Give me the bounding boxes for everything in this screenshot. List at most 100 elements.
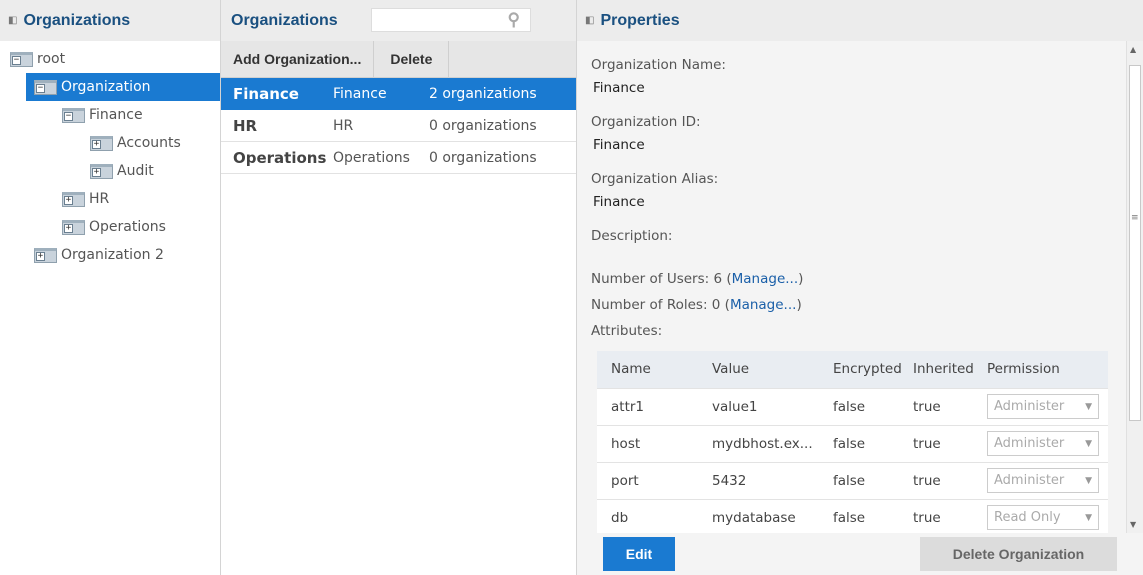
tree-node[interactable]: − Finance [0,101,220,129]
column-header[interactable]: Name [597,351,711,388]
tree-node-label: Finance [89,107,143,123]
column-header[interactable]: Inherited [912,351,986,388]
attribute-inherited-cell: true [912,498,986,533]
description-label: Description: [591,228,673,244]
organization-row[interactable]: Operations Operations 0 organizations [221,142,576,174]
collapsed-folder-icon[interactable]: + [62,219,85,235]
tree-node-label: HR [89,191,110,207]
tree-node[interactable]: + Organization 2 [0,241,220,269]
collapsed-folder-icon[interactable]: + [34,247,57,263]
collapsed-folder-icon[interactable]: + [90,163,113,179]
collapsed-folder-icon[interactable]: + [90,135,113,151]
tree-node-label: Accounts [117,135,181,151]
manage-users-link[interactable]: Manage... [732,271,799,287]
expand-toggle-icon[interactable]: + [92,139,101,149]
delete-organization-button[interactable]: Delete Organization [920,537,1117,571]
add-organization-button[interactable]: Add Organization... [221,41,375,77]
organization-row[interactable]: Finance Finance 2 organizations [221,78,576,110]
attribute-permission-cell: Read Only ▼ [986,498,1108,533]
organization-name-value: Finance [593,80,645,96]
roles-text: Number of Roles: 0 ( [591,297,730,313]
attribute-permission-cell: Administer ▼ [986,461,1108,499]
tree-node-label: Audit [117,163,154,179]
tree-node-label: root [37,51,66,67]
permission-select[interactable]: Administer ▼ [987,394,1099,419]
organization-id-cell: Operations [333,149,410,166]
expanded-folder-icon[interactable]: − [34,79,57,95]
permission-value: Read Only [994,510,1061,526]
tree-panel-title: Organizations [23,11,131,29]
organization-name-cell: HR [233,116,258,135]
attributes-table: Name Value Encrypted Inherited Permissio… [597,351,1108,533]
organization-name-cell: Operations [233,148,327,167]
organization-id-cell: Finance [333,85,387,102]
users-close: ) [798,271,804,287]
permission-select[interactable]: Read Only ▼ [987,505,1099,531]
column-header[interactable]: Encrypted [832,351,912,388]
tree-node[interactable]: + Operations [0,213,220,241]
column-header[interactable]: Value [711,351,832,388]
tree-node[interactable]: + Accounts [0,129,220,157]
chevron-down-icon: ▼ [1085,512,1092,523]
tree-node-label: Organization [61,79,151,95]
column-header[interactable]: Permission [986,351,1108,388]
organization-count-cell: 0 organizations [429,149,537,166]
attribute-value-cell: mydbhost.ex... [711,424,832,462]
properties-content: Organization Name: Finance Organization … [577,41,1126,533]
collapse-panel-icon[interactable]: ◧ [8,15,17,26]
expanded-folder-icon[interactable]: − [10,51,33,67]
edit-button[interactable]: Edit [603,537,675,571]
list-panel-header: Organizations ⚲ [221,0,576,41]
properties-scrollbar[interactable]: ▲ ≡ ▼ [1126,41,1143,533]
organizations-list: Finance Finance 2 organizations HR HR 0 organ… [221,78,576,174]
organization-count-cell: 2 organizations [429,85,537,102]
attribute-row: attr1 value1 false true Administer ▼ [597,387,1108,425]
scroll-down-icon[interactable]: ▼ [1130,520,1136,529]
chevron-down-icon: ▼ [1085,475,1092,486]
delete-button[interactable]: Delete [374,41,450,77]
attribute-value-cell: 5432 [711,461,832,499]
users-text: Number of Users: 6 ( [591,271,732,287]
attribute-inherited-cell: true [912,461,986,499]
search-input[interactable]: ⚲ [371,8,531,32]
attribute-permission-cell: Administer ▼ [986,424,1108,462]
manage-roles-link[interactable]: Manage... [730,297,797,313]
attribute-row: db mydatabase false true Read Only ▼ [597,498,1108,533]
expand-toggle-icon[interactable]: + [64,195,73,205]
collapse-toggle-icon[interactable]: − [36,83,45,93]
chevron-down-icon: ▼ [1085,401,1092,412]
list-toolbar: Add Organization... Delete [221,41,576,78]
attribute-name-cell: attr1 [597,387,711,425]
scroll-grip-icon: ≡ [1131,213,1139,223]
collapse-toggle-icon[interactable]: − [64,111,73,121]
organization-tree: − root − Organization − Finance + Accounts + Audi… [0,41,220,269]
properties-footer: Edit Delete Organization [577,533,1143,575]
organization-row[interactable]: HR HR 0 organizations [221,110,576,142]
scroll-up-icon[interactable]: ▲ [1130,45,1136,54]
search-icon[interactable]: ⚲ [508,10,520,30]
expanded-folder-icon[interactable]: − [62,107,85,123]
attribute-inherited-cell: true [912,424,986,462]
permission-value: Administer [994,473,1065,488]
attributes-body: attr1 value1 false true Administer ▼ host mydbh… [597,387,1108,533]
collapse-toggle-icon[interactable]: − [12,55,21,65]
attribute-inherited-cell: true [912,387,986,425]
tree-node[interactable]: − root [0,45,220,73]
tree-node[interactable]: + Audit [0,157,220,185]
tree-node[interactable]: + HR [0,185,220,213]
attribute-encrypted-cell: false [832,498,912,533]
attribute-encrypted-cell: false [832,424,912,462]
organization-name-cell: Finance [233,84,299,103]
number-of-roles: Number of Roles: 0 (Manage...) [591,297,1126,315]
scrollbar-thumb[interactable] [1129,65,1141,421]
properties-title: Properties [600,11,680,29]
expand-toggle-icon[interactable]: + [92,167,101,177]
permission-select[interactable]: Administer ▼ [987,431,1099,456]
permission-select[interactable]: Administer ▼ [987,468,1099,493]
tree-node[interactable]: − Organization [26,73,220,101]
collapsed-folder-icon[interactable]: + [62,191,85,207]
attributes-label: Attributes: [591,323,663,339]
collapse-panel-icon[interactable]: ◧ [585,15,594,26]
expand-toggle-icon[interactable]: + [64,223,73,233]
expand-toggle-icon[interactable]: + [36,251,45,261]
